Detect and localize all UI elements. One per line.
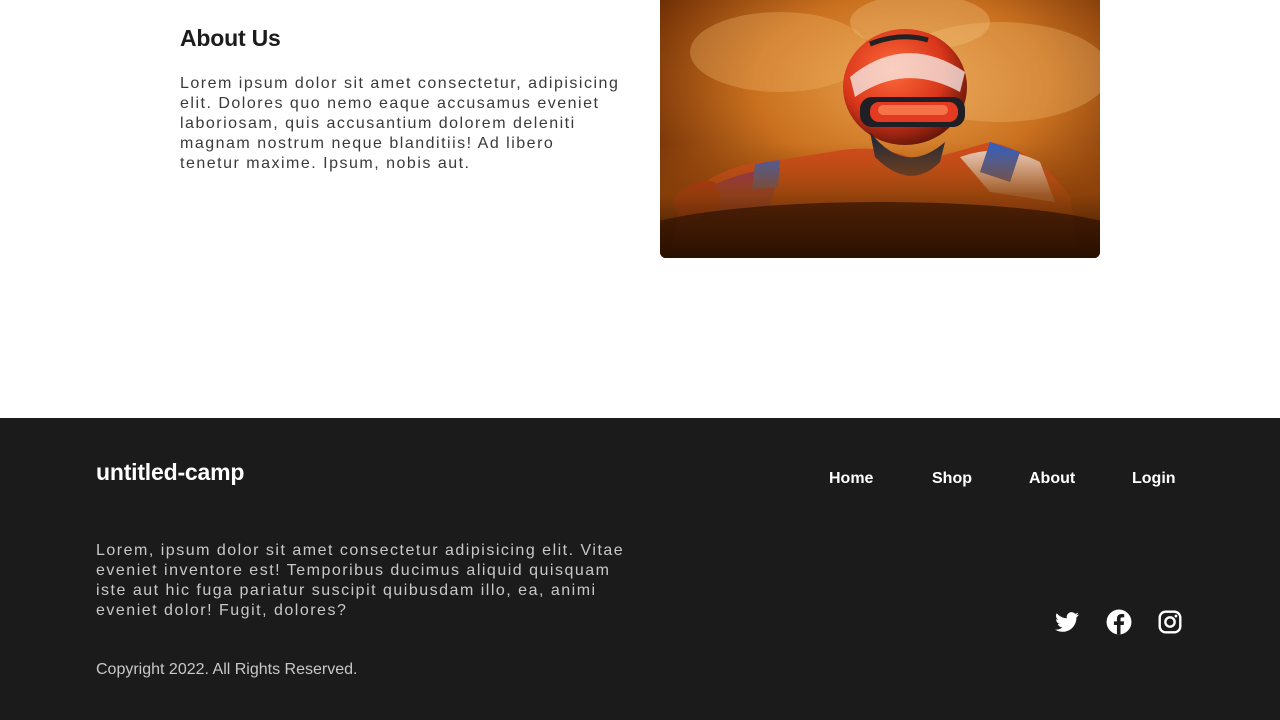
about-title: About Us xyxy=(180,25,281,51)
footer-nav: Home Shop About Login xyxy=(0,470,1280,494)
about-text-block: About Us Lorem ipsum dolor sit amet cons… xyxy=(180,24,620,174)
site-footer: untitled-camp Home Shop About Login Lore… xyxy=(0,418,1280,720)
copyright-text: Copyright 2022. All Rights Reserved. xyxy=(96,661,358,678)
nav-link-login[interactable]: Login xyxy=(1132,470,1176,488)
nav-link-shop[interactable]: Shop xyxy=(932,470,972,488)
instagram-icon[interactable] xyxy=(1157,609,1183,635)
about-image xyxy=(660,0,1100,258)
nav-link-about[interactable]: About xyxy=(1029,470,1075,488)
motocross-rider-image xyxy=(660,0,1100,258)
about-section: About Us Lorem ipsum dolor sit amet cons… xyxy=(0,0,1280,418)
facebook-icon[interactable] xyxy=(1106,609,1132,635)
twitter-icon[interactable] xyxy=(1054,609,1080,635)
about-body: Lorem ipsum dolor sit amet consectetur, … xyxy=(180,75,620,172)
social-links xyxy=(0,609,1280,635)
page: About Us Lorem ipsum dolor sit amet cons… xyxy=(0,0,1280,720)
nav-link-home[interactable]: Home xyxy=(829,470,873,488)
